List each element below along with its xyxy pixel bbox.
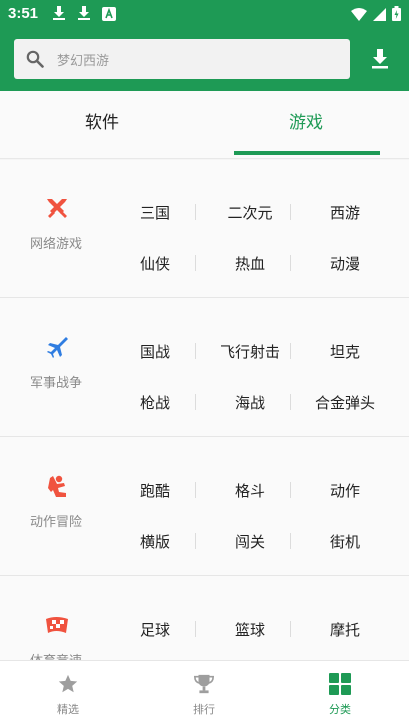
search-placeholder: 梦幻西游 [57, 54, 110, 69]
download-notification-icon [77, 5, 91, 25]
star-icon [57, 673, 79, 695]
status-time: 3:51 [8, 5, 39, 22]
search-box[interactable]: 梦幻西游 [14, 39, 350, 79]
nav-label: 分类 [329, 703, 351, 716]
nav-label: 排行 [193, 703, 215, 716]
tag-item[interactable]: 海战 [202, 392, 298, 413]
tag-item[interactable]: 国战 [107, 341, 203, 362]
tag-item[interactable]: 篮球 [202, 619, 298, 640]
category-list[interactable]: 网络游戏 三国 二次元 西游 仙侠 热血 动漫 军事战争 国战 飞行射击 坦克 … [0, 160, 409, 660]
tag-separator [195, 621, 196, 637]
tag-item[interactable]: 坦克 [297, 341, 393, 362]
tag-item[interactable]: 西游 [297, 202, 393, 223]
category-name: 体育竞速 [0, 650, 112, 660]
tag-item[interactable]: 足球 [107, 619, 203, 640]
checkered-flag-icon [44, 613, 70, 639]
download-manager-button[interactable] [366, 45, 394, 73]
category-name: 网络游戏 [29, 237, 82, 252]
battery-icon [392, 6, 401, 25]
app-notification-icon [102, 6, 116, 25]
tag-separator [195, 343, 196, 359]
swords-icon [44, 196, 70, 222]
search-icon [26, 50, 44, 72]
tag-separator [195, 482, 196, 498]
tag-item[interactable]: 二次元 [202, 202, 298, 223]
tab-software[interactable]: 软件 [0, 91, 204, 159]
tag-separator [290, 343, 291, 359]
tag-item[interactable]: 三国 [107, 202, 203, 223]
tag-item[interactable]: 闯关 [202, 531, 298, 552]
tag-separator [290, 621, 291, 637]
tag-item[interactable]: 合金弹头 [297, 392, 393, 413]
tag-separator [195, 394, 196, 410]
tab-games[interactable]: 游戏 [204, 91, 408, 159]
nav-ranking[interactable]: 排行 [136, 661, 272, 728]
category-sports-racing: 体育竞速 足球 篮球 摩托 [0, 577, 409, 660]
category-name: 军事战争 [29, 376, 82, 391]
tag-separator [195, 533, 196, 549]
tag-separator [195, 255, 196, 271]
trophy-icon [193, 673, 215, 695]
tag-item[interactable]: 枪战 [107, 392, 203, 413]
tag-separator [290, 394, 291, 410]
tag-item[interactable]: 仙侠 [107, 253, 203, 274]
tag-separator [290, 533, 291, 549]
category-online-games: 网络游戏 三国 二次元 西游 仙侠 热血 动漫 [0, 160, 409, 298]
category-name: 动作冒险 [29, 515, 82, 530]
tag-item[interactable]: 横版 [107, 531, 203, 552]
category-military-war: 军事战争 国战 飞行射击 坦克 枪战 海战 合金弹头 [0, 299, 409, 437]
category-action-adventure: 动作冒险 跑酷 格斗 动作 横版 闯关 街机 [0, 438, 409, 576]
tab-indicator [234, 151, 380, 155]
download-notification-icon [52, 5, 66, 25]
tag-item[interactable]: 飞行射击 [202, 341, 298, 362]
tag-separator [195, 204, 196, 220]
signal-icon [373, 6, 386, 25]
wifi-icon [351, 6, 367, 25]
tag-item[interactable]: 动作 [297, 480, 393, 501]
tag-item[interactable]: 跑酷 [107, 480, 203, 501]
download-icon [372, 49, 388, 69]
tag-separator [290, 204, 291, 220]
tag-item[interactable]: 街机 [297, 531, 393, 552]
tag-separator [290, 255, 291, 271]
grid-icon [329, 673, 351, 695]
tab-bar: 软件 游戏 [0, 91, 409, 159]
app-bar: 梦幻西游 [0, 28, 409, 91]
tag-separator [290, 482, 291, 498]
tag-item[interactable]: 格斗 [202, 480, 298, 501]
tag-item[interactable]: 热血 [202, 253, 298, 274]
tag-item[interactable]: 动漫 [297, 253, 393, 274]
nav-category[interactable]: 分类 [272, 661, 408, 728]
nav-featured[interactable]: 精选 [0, 661, 136, 728]
nav-label: 精选 [57, 703, 79, 716]
bottom-navigation: 精选 排行 分类 [0, 660, 409, 728]
tag-item[interactable]: 摩托 [297, 619, 393, 640]
status-bar: 3:51 [0, 0, 409, 28]
jet-icon [44, 335, 70, 361]
kick-icon [44, 474, 70, 500]
